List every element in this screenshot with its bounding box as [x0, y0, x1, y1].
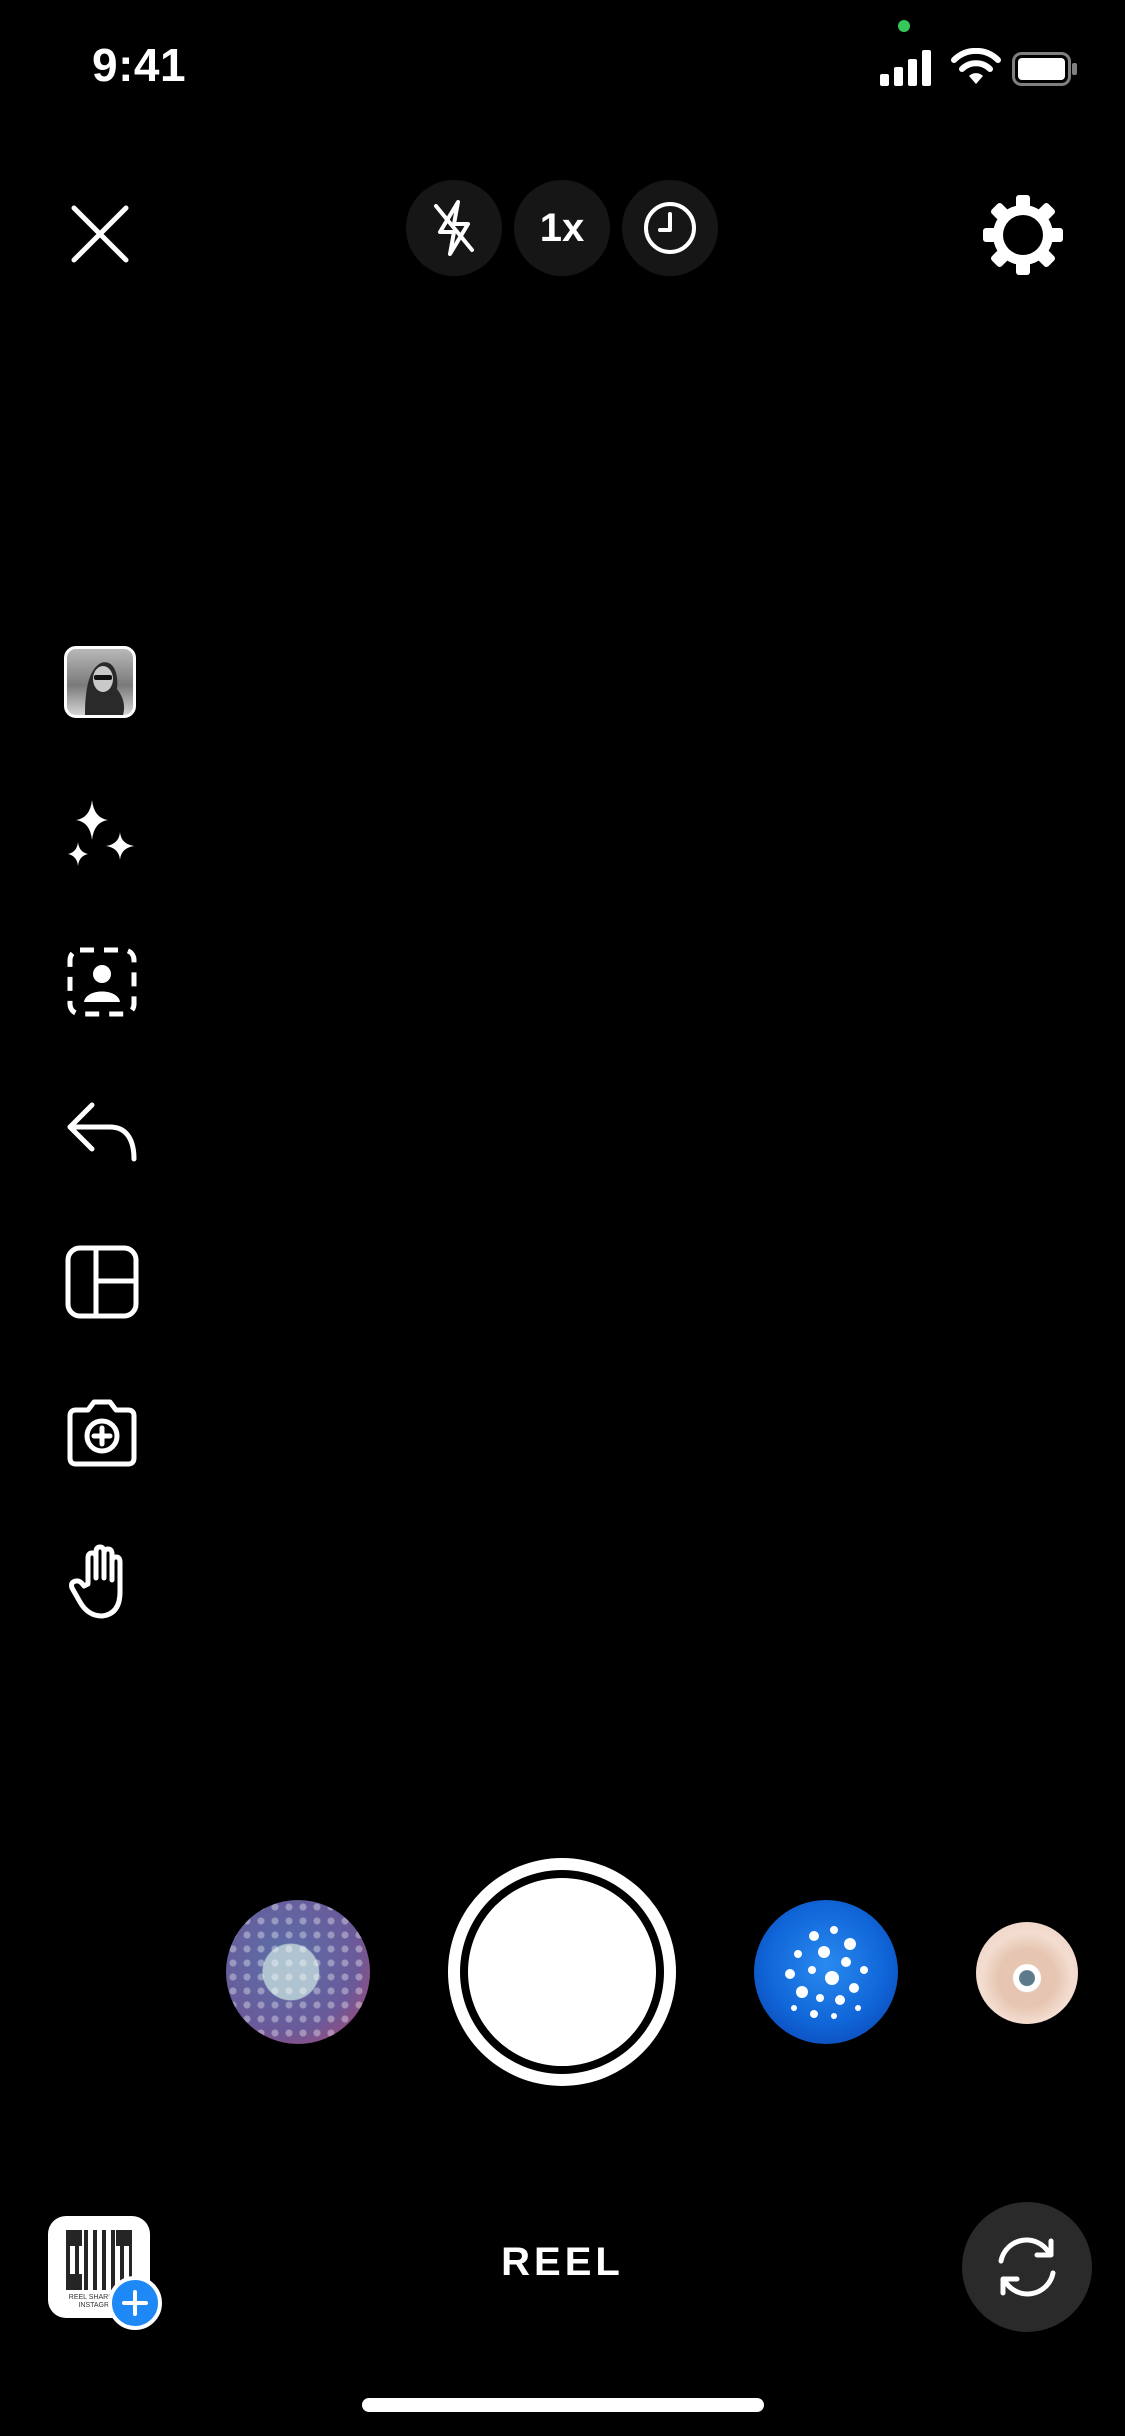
effects-sparkles-button[interactable] [62, 794, 142, 874]
camera-mode-label[interactable]: REEL [440, 2240, 685, 2285]
sparkles-icon [68, 800, 134, 866]
wifi-icon [951, 48, 1001, 84]
layout-icon [65, 1245, 139, 1319]
zoom-label: 1x [539, 205, 585, 250]
hand-icon [69, 1544, 123, 1619]
home-indicator[interactable] [362, 2398, 764, 2412]
flip-camera-button[interactable] [962, 2202, 1092, 2332]
portrait-frame-button[interactable] [62, 942, 142, 1022]
photo-thumbnail[interactable] [64, 646, 136, 718]
flash-off-button[interactable] [406, 180, 502, 276]
layout-button[interactable] [62, 1242, 142, 1322]
filter-effect-3-eye[interactable] [976, 1922, 1078, 2024]
clock-icon [644, 202, 696, 254]
reply-arrow-icon [67, 1102, 137, 1162]
flash-off-icon [434, 200, 474, 256]
filter-effect-2[interactable] [754, 1900, 898, 2044]
plus-icon [122, 2290, 148, 2316]
add-button[interactable] [108, 2276, 162, 2330]
shutter-inner[interactable] [468, 1878, 656, 2066]
cellular-signal-icon [880, 50, 931, 86]
hands-free-button[interactable] [62, 1542, 142, 1622]
flip-camera-icon [998, 2237, 1056, 2297]
zoom-button[interactable]: 1x [514, 180, 610, 276]
timer-button[interactable] [622, 180, 718, 276]
privacy-indicator-dot [898, 20, 910, 32]
filter-effect-1[interactable] [226, 1900, 370, 2044]
sparkle-dots-icon [785, 1926, 868, 2019]
status-time: 9:41 [92, 39, 187, 91]
portrait-image [85, 662, 125, 715]
person-frame-icon [67, 947, 137, 1017]
add-camera-button[interactable] [62, 1392, 142, 1472]
camera-plus-icon [67, 1399, 137, 1467]
battery-icon [1012, 52, 1077, 86]
settings-gear-icon[interactable] [980, 192, 1066, 278]
reply-button[interactable] [62, 1092, 142, 1172]
close-icon[interactable] [68, 202, 132, 266]
